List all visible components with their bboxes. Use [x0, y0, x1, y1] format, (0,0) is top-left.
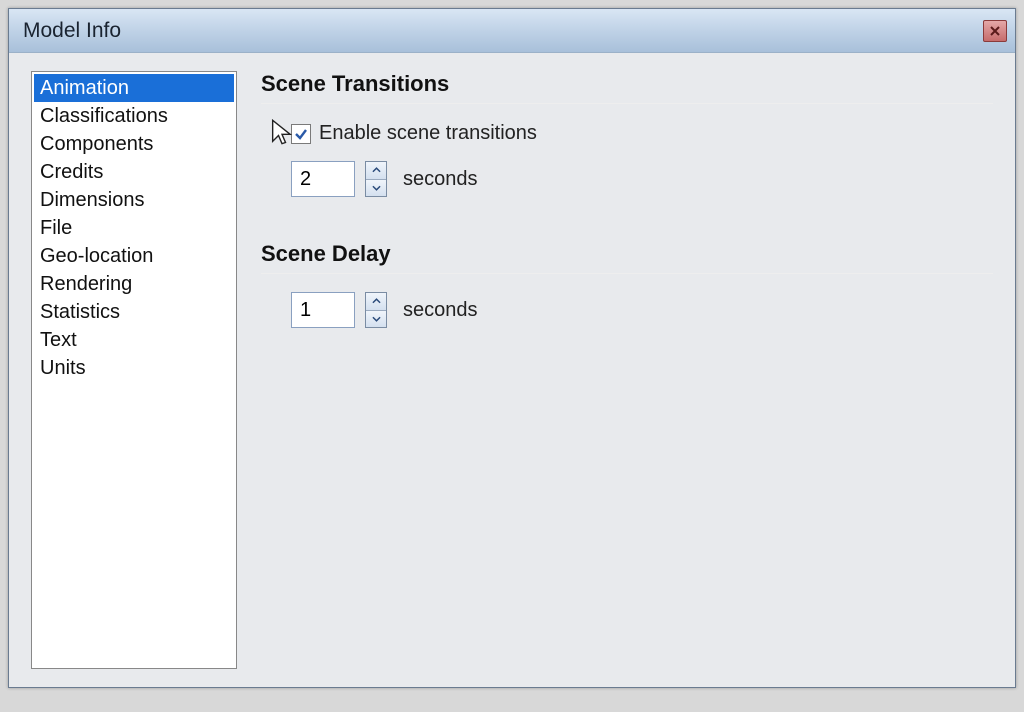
sidebar-item-units[interactable]: Units: [34, 354, 234, 382]
divider: [261, 273, 993, 274]
checkmark-icon: [294, 127, 308, 141]
transition-seconds-unit: seconds: [403, 168, 478, 191]
window-body: Animation Classifications Components Cre…: [9, 53, 1015, 687]
transition-seconds-down[interactable]: [366, 180, 386, 197]
delay-seconds-input[interactable]: [291, 292, 355, 328]
divider: [261, 103, 993, 104]
enable-transitions-checkbox[interactable]: [291, 124, 311, 144]
delay-seconds-up[interactable]: [366, 293, 386, 311]
sidebar-item-credits[interactable]: Credits: [34, 158, 234, 186]
sidebar-item-rendering[interactable]: Rendering: [34, 270, 234, 298]
enable-transitions-control: Enable scene transitions: [291, 122, 537, 145]
transition-seconds-up[interactable]: [366, 162, 386, 180]
window-title: Model Info: [23, 19, 121, 43]
close-button[interactable]: [983, 20, 1007, 42]
transition-seconds-row: seconds: [291, 161, 993, 197]
delay-seconds-unit: seconds: [403, 299, 478, 322]
transition-seconds-input[interactable]: [291, 161, 355, 197]
scene-transitions-heading: Scene Transitions: [261, 71, 993, 97]
model-info-window: Model Info Animation Classifications Com…: [8, 8, 1016, 688]
delay-seconds-spinner: [365, 292, 387, 328]
sidebar-item-components[interactable]: Components: [34, 130, 234, 158]
transition-seconds-spinner: [365, 161, 387, 197]
titlebar: Model Info: [9, 9, 1015, 53]
chevron-up-icon: [372, 167, 381, 173]
scene-delay-heading: Scene Delay: [261, 241, 993, 267]
chevron-up-icon: [372, 298, 381, 304]
enable-transitions-label: Enable scene transitions: [319, 122, 537, 145]
sidebar-item-dimensions[interactable]: Dimensions: [34, 186, 234, 214]
chevron-down-icon: [372, 185, 381, 191]
delay-seconds-row: seconds: [291, 292, 993, 328]
close-icon: [989, 25, 1001, 37]
enable-transitions-row: Enable scene transitions: [291, 122, 993, 145]
sidebar-item-statistics[interactable]: Statistics: [34, 298, 234, 326]
delay-seconds-down[interactable]: [366, 311, 386, 328]
sidebar-item-animation[interactable]: Animation: [34, 74, 234, 102]
sidebar-item-file[interactable]: File: [34, 214, 234, 242]
main-panel: Scene Transitions Enable scene transitio…: [237, 71, 993, 669]
sidebar-item-text[interactable]: Text: [34, 326, 234, 354]
chevron-down-icon: [372, 316, 381, 322]
sidebar-item-geo-location[interactable]: Geo-location: [34, 242, 234, 270]
sidebar-item-classifications[interactable]: Classifications: [34, 102, 234, 130]
category-list: Animation Classifications Components Cre…: [31, 71, 237, 669]
